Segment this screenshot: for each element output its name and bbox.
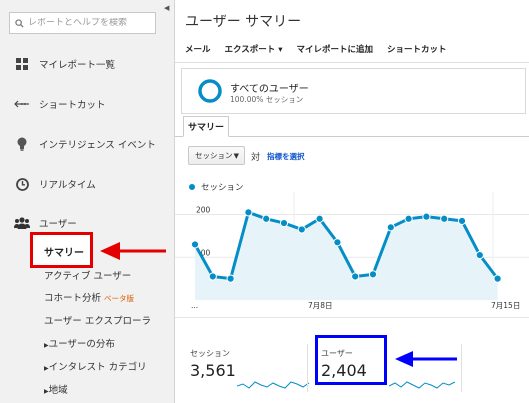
add-to-dashboard-button[interactable]: マイレポートに追加 — [297, 43, 374, 55]
divider — [307, 344, 308, 392]
segment-card[interactable]: すべてのユーザー 100.00% セッション — [181, 68, 526, 114]
data-point — [404, 214, 413, 223]
tab-summary[interactable]: サマリー — [183, 116, 229, 137]
red-arrow-annotation — [100, 242, 166, 260]
metric-label-sessions: セッション — [190, 349, 230, 358]
nav-intelligence-events[interactable]: インテリジェンス イベント — [0, 132, 174, 156]
data-point — [279, 218, 289, 228]
segment-donut-icon — [198, 79, 222, 103]
clock-icon — [11, 177, 33, 191]
metric-select-value: セッション — [195, 151, 233, 160]
nav-label: インテリジェンス イベント — [39, 140, 156, 151]
chevron-down-icon: ▼ — [233, 152, 239, 160]
data-point — [351, 272, 360, 281]
data-point — [226, 274, 235, 283]
x-tick-label: 7月8日 — [308, 301, 333, 310]
metric-value-users: 2,404 — [321, 361, 367, 380]
grid-icon — [11, 58, 33, 70]
search-input[interactable] — [28, 18, 148, 28]
data-point — [208, 272, 217, 281]
nav-shortcuts[interactable]: ショートカット — [0, 92, 174, 116]
select-metric-link[interactable]: 指標を選択 — [267, 151, 305, 162]
nav-cohort-analysis[interactable]: コホート分析 ベータ版 — [44, 290, 134, 304]
summary-highlight-box[interactable]: サマリー — [30, 232, 93, 268]
data-point — [422, 212, 431, 221]
divider — [175, 317, 529, 318]
segment-percentage: 100.00% セッション — [230, 95, 304, 104]
metric-label-users: ユーザー — [321, 349, 353, 358]
sidebar: マイレポート一覧 ショートカット インテリジェンス イベント リアルタイム ユー… — [0, 0, 175, 403]
users-sparkline — [389, 381, 456, 389]
data-point — [190, 240, 200, 249]
nav-interest-category[interactable]: ▶インタレスト カテゴリ — [44, 359, 147, 373]
data-point — [457, 216, 467, 226]
data-point — [368, 270, 378, 279]
nav-user-distribution[interactable]: ▶ユーザーの分布 — [44, 336, 115, 350]
collapse-sidebar-icon[interactable]: ◀ — [164, 4, 169, 12]
export-button[interactable]: エクスポート ▾ — [225, 43, 283, 55]
email-button[interactable]: メール — [185, 43, 211, 55]
sessions-line-chart[interactable]: 200100... 7月8日 7月15日 — [175, 192, 529, 314]
beta-badge: ベータ版 — [104, 294, 135, 303]
nav-active-users[interactable]: アクティブ ユーザー — [44, 268, 131, 282]
search-icon — [10, 18, 28, 28]
metric-value-sessions: 3,561 — [190, 361, 236, 380]
main-panel: ユーザー サマリー メール エクスポート ▾ マイレポートに追加 ショートカット… — [175, 0, 529, 403]
data-point — [493, 274, 502, 283]
data-point — [440, 214, 449, 223]
data-point — [386, 223, 395, 232]
divider — [175, 62, 529, 63]
data-point — [262, 214, 271, 223]
data-point — [244, 208, 253, 217]
x-tick-label: ... — [191, 301, 198, 310]
page-title: ユーザー サマリー — [185, 14, 302, 30]
legend-dot-icon — [189, 184, 195, 190]
search-box[interactable] — [9, 12, 156, 34]
nav-my-reports[interactable]: マイレポート一覧 — [0, 52, 174, 76]
shortcut-button[interactable]: ショートカット — [387, 43, 447, 55]
data-point — [297, 225, 306, 234]
blue-arrow-annotation — [395, 351, 457, 367]
nav-label: ショートカット — [39, 100, 106, 111]
divider — [461, 344, 462, 392]
sessions-sparkline — [237, 381, 310, 389]
vs-label: 対 — [251, 153, 261, 163]
data-point — [315, 214, 324, 223]
lightbulb-icon — [11, 137, 33, 151]
data-point — [475, 251, 484, 260]
segment-name: すべてのユーザー — [230, 84, 309, 95]
nav-label: リアルタイム — [39, 180, 96, 191]
nav-label: マイレポート一覧 — [39, 60, 116, 71]
data-point — [333, 238, 342, 247]
shortcut-arrow-icon — [11, 100, 33, 108]
nav-region[interactable]: ▶地域 — [44, 382, 68, 396]
nav-realtime[interactable]: リアルタイム — [0, 172, 174, 196]
nav-summary[interactable]: サマリー — [44, 244, 84, 259]
x-tick-label: 7月15日 — [491, 301, 520, 310]
nav-label: ユーザー — [39, 219, 77, 230]
toolbar: メール エクスポート ▾ マイレポートに追加 ショートカット — [185, 43, 461, 55]
metric-select[interactable]: セッション ▼ — [188, 146, 245, 165]
users-icon — [11, 217, 33, 229]
y-tick-label: 200 — [196, 206, 211, 215]
nav-user-explorer[interactable]: ユーザー エクスプローラ — [44, 313, 151, 327]
